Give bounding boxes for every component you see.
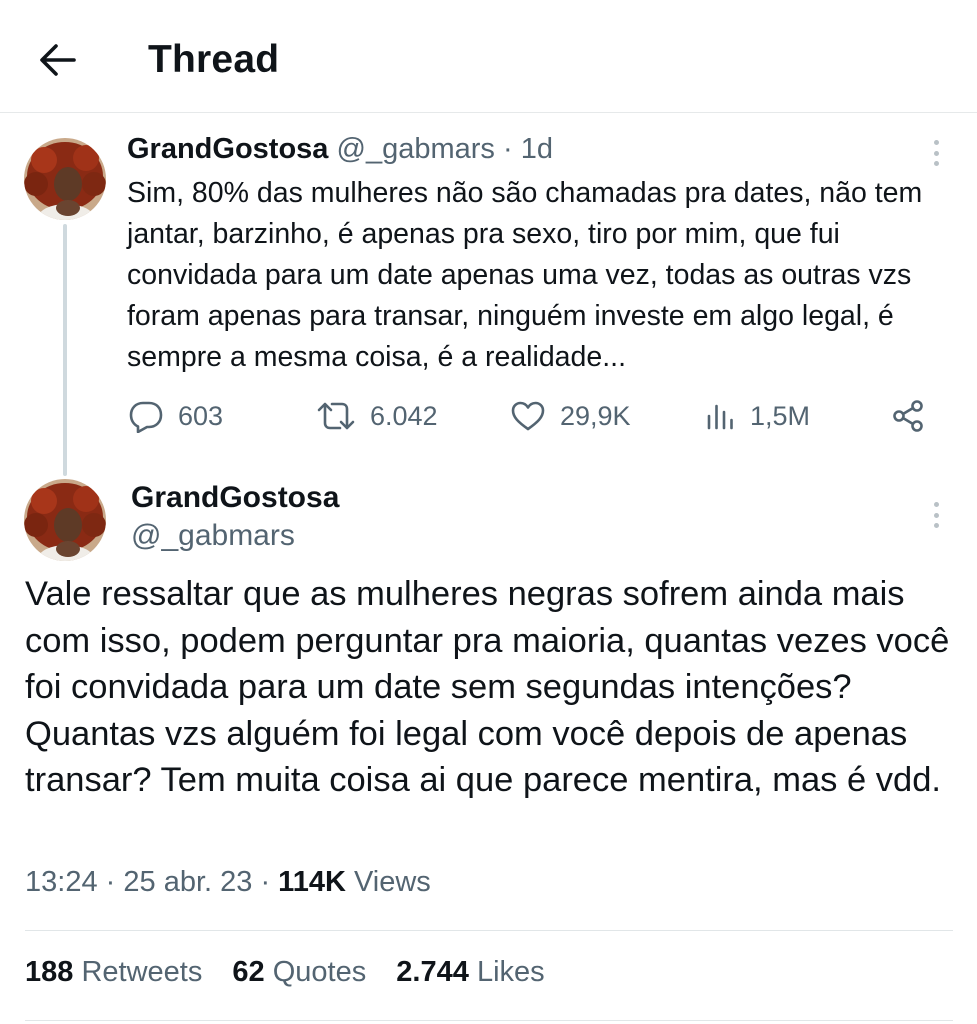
avatar[interactable]	[24, 479, 106, 561]
tweet-text: Sim, 80% das mulheres não são chamadas p…	[127, 177, 923, 373]
more-options-button[interactable]	[926, 136, 946, 170]
page-title: Thread	[148, 38, 280, 81]
quotes-label: Quotes	[272, 956, 367, 988]
share-icon	[893, 400, 923, 432]
retweets-label: Retweets	[81, 956, 203, 988]
tweet-text: Vale ressaltar que as mulheres negras so…	[25, 575, 950, 799]
back-arrow-icon	[40, 44, 76, 76]
separator: ·	[260, 866, 271, 898]
more-options-icon	[933, 502, 939, 507]
handle[interactable]: @_gabmars	[131, 519, 295, 553]
retweet-button[interactable]: 6.042	[316, 393, 438, 439]
tweet-date[interactable]: 25 abr. 23	[123, 866, 252, 898]
divider	[25, 1020, 953, 1021]
back-button[interactable]	[30, 36, 84, 84]
tweet-time[interactable]: 13:24	[25, 866, 98, 898]
views-count: 1,5M	[750, 400, 811, 431]
display-name[interactable]: GrandGostosa	[127, 133, 328, 165]
avatar[interactable]	[24, 138, 106, 220]
views-count: 114K	[278, 866, 346, 898]
like-icon	[511, 401, 545, 431]
retweets-count: 188	[25, 956, 74, 988]
thread-connector-line	[63, 224, 67, 476]
retweets-stat[interactable]: 188 Retweets	[25, 956, 202, 988]
tweet-header: GrandGostosa @_gabmars · 1d	[127, 133, 553, 166]
reply-icon	[129, 401, 163, 433]
timestamp[interactable]: 1d	[521, 133, 553, 165]
more-options-icon	[933, 140, 939, 145]
quotes-count: 62	[232, 956, 265, 988]
views-label: Views	[353, 866, 431, 898]
reply-count: 603	[178, 400, 224, 431]
display-name[interactable]: GrandGostosa	[131, 481, 339, 515]
views-icon	[707, 404, 733, 430]
retweet-count: 6.042	[370, 400, 438, 431]
share-button[interactable]	[892, 393, 926, 439]
tweet-meta: 13:24 · 25 abr. 23 · 114K Views	[25, 866, 431, 899]
tweet-actions: 603 6.042 29,9K 1,5M	[128, 393, 928, 439]
top-bar: Thread	[0, 0, 977, 113]
reply-button[interactable]: 603	[128, 393, 223, 439]
likes-label: Likes	[476, 956, 545, 988]
like-count: 29,9K	[560, 400, 631, 431]
more-options-button[interactable]	[926, 498, 946, 532]
likes-count: 2.744	[396, 956, 469, 988]
like-button[interactable]: 29,9K	[510, 393, 631, 439]
handle[interactable]: @_gabmars	[337, 133, 495, 165]
separator: ·	[502, 133, 513, 165]
engagement-stats: 188 Retweets 62 Quotes 2.744 Likes	[25, 956, 567, 989]
separator: ·	[105, 866, 116, 898]
retweet-icon	[317, 402, 355, 430]
likes-stat[interactable]: 2.744 Likes	[396, 956, 544, 988]
quotes-stat[interactable]: 62 Quotes	[232, 956, 366, 988]
views-button[interactable]: 1,5M	[706, 393, 810, 439]
divider	[25, 930, 953, 931]
